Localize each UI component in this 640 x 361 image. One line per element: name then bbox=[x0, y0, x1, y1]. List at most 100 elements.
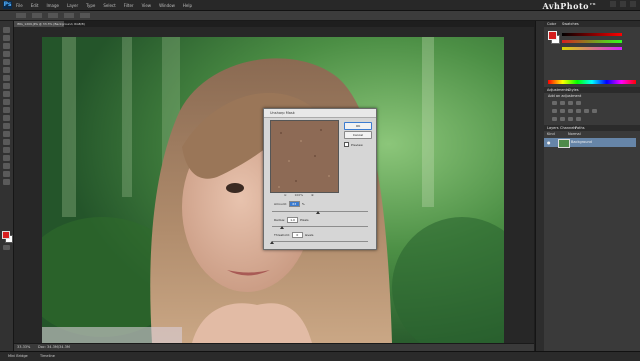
amount-slider-track[interactable] bbox=[272, 211, 368, 212]
minimize-icon[interactable] bbox=[610, 1, 616, 7]
dialog-titlebar[interactable]: Unsharp Mask bbox=[264, 109, 376, 118]
gradient-map-icon[interactable] bbox=[576, 117, 581, 121]
dodge-tool-icon[interactable] bbox=[3, 131, 10, 137]
foreground-color-swatch[interactable] bbox=[2, 231, 10, 239]
color-balance-icon[interactable] bbox=[568, 109, 573, 113]
radius-row: Radius: 1.0 Pixels bbox=[274, 217, 309, 223]
menu-window[interactable]: Window bbox=[159, 3, 175, 8]
zoom-in-icon[interactable]: ⊕ bbox=[311, 193, 314, 197]
hand-tool-icon[interactable] bbox=[3, 171, 10, 177]
preview-label: Preview bbox=[351, 142, 363, 147]
opacity-field[interactable] bbox=[64, 13, 74, 18]
blue-slider[interactable] bbox=[562, 47, 622, 50]
amount-slider-thumb[interactable] bbox=[316, 211, 320, 214]
eraser-tool-icon[interactable] bbox=[3, 107, 10, 113]
tab-layers[interactable]: Layers bbox=[547, 126, 559, 130]
tab-swatches[interactable]: Swatches bbox=[562, 22, 579, 26]
radius-input[interactable]: 1.0 bbox=[287, 217, 299, 223]
mode-dropdown[interactable] bbox=[48, 13, 58, 18]
exposure-icon[interactable] bbox=[576, 101, 581, 105]
amount-input[interactable]: 63 bbox=[288, 201, 300, 207]
quick-mask-icon[interactable] bbox=[3, 245, 10, 250]
maximize-icon[interactable] bbox=[620, 1, 626, 7]
gradient-tool-icon[interactable] bbox=[3, 115, 10, 121]
eye-icon[interactable]: ● bbox=[547, 140, 551, 145]
menu-image[interactable]: Image bbox=[46, 3, 59, 8]
radius-unit: Pixels bbox=[300, 218, 309, 222]
crop-tool-icon[interactable] bbox=[3, 59, 10, 65]
tab-channels[interactable]: Channels bbox=[560, 126, 576, 130]
hue-saturation-icon[interactable] bbox=[560, 109, 565, 113]
zoom-tool-icon[interactable] bbox=[3, 179, 10, 185]
cancel-button[interactable]: Cancel bbox=[344, 131, 372, 139]
menu-file[interactable]: File bbox=[16, 3, 23, 8]
tool-preset-icon[interactable] bbox=[16, 13, 26, 18]
curves-icon[interactable] bbox=[568, 101, 573, 105]
amount-unit: % bbox=[301, 202, 305, 206]
move-tool-icon[interactable] bbox=[3, 27, 10, 33]
red-slider[interactable] bbox=[562, 33, 622, 36]
invert-icon[interactable] bbox=[552, 117, 557, 121]
menu-help[interactable]: Help bbox=[183, 3, 192, 8]
marquee-tool-icon[interactable] bbox=[3, 35, 10, 41]
checkbox-icon[interactable] bbox=[344, 142, 349, 147]
panel-foreground-swatch[interactable] bbox=[548, 31, 557, 40]
menu-view[interactable]: View bbox=[142, 3, 152, 8]
shape-tool-icon[interactable] bbox=[3, 163, 10, 169]
layer-filter-kind[interactable]: Kind bbox=[547, 132, 555, 136]
preview-zoom-controls: ⊖ 100% ⊕ bbox=[284, 193, 314, 197]
type-tool-icon[interactable] bbox=[3, 147, 10, 153]
dialog-title: Unsharp Mask bbox=[270, 111, 295, 115]
watermark-logo: AvhPhotoru bbox=[542, 1, 596, 11]
unsharp-mask-dialog: Unsharp Mask ⊖ 100% ⊕ OK Cancel Preview … bbox=[263, 108, 377, 250]
menu-layer[interactable]: Layer bbox=[67, 3, 78, 8]
blend-mode-dropdown[interactable]: Normal bbox=[568, 132, 581, 136]
preview-checkbox[interactable]: Preview bbox=[344, 142, 363, 147]
tab-timeline[interactable]: Timeline bbox=[40, 354, 55, 358]
blur-tool-icon[interactable] bbox=[3, 123, 10, 129]
path-select-tool-icon[interactable] bbox=[3, 155, 10, 161]
threshold-slider-thumb[interactable] bbox=[270, 241, 274, 244]
menu-edit[interactable]: Edit bbox=[31, 3, 39, 8]
menu-filter[interactable]: Filter bbox=[124, 3, 134, 8]
history-brush-tool-icon[interactable] bbox=[3, 99, 10, 105]
green-slider[interactable] bbox=[562, 40, 622, 43]
flow-field[interactable] bbox=[80, 13, 90, 18]
threshold-label: Threshold: bbox=[274, 233, 290, 237]
threshold-slider-track[interactable] bbox=[272, 241, 368, 242]
threshold-unit: levels bbox=[304, 233, 314, 237]
radius-slider-thumb[interactable] bbox=[280, 226, 284, 229]
doc-size-readout: Doc: 34.3M/34.3M bbox=[38, 345, 70, 349]
posterize-icon[interactable] bbox=[560, 117, 565, 121]
threshold-icon[interactable] bbox=[568, 117, 573, 121]
brightness-icon[interactable] bbox=[552, 101, 557, 105]
photo-filter-icon[interactable] bbox=[584, 109, 589, 113]
tab-adjustments[interactable]: Adjustments bbox=[547, 88, 569, 92]
close-icon[interactable] bbox=[630, 1, 636, 7]
filter-preview[interactable] bbox=[270, 120, 339, 193]
vibrance-icon[interactable] bbox=[552, 109, 557, 113]
threshold-input[interactable]: 0 bbox=[291, 232, 303, 238]
tab-color[interactable]: Color bbox=[547, 22, 556, 26]
zoom-readout[interactable]: 33.33% bbox=[17, 345, 30, 349]
menu-type[interactable]: Type bbox=[86, 3, 95, 8]
menu-select[interactable]: Select bbox=[103, 3, 115, 8]
clone-stamp-tool-icon[interactable] bbox=[3, 91, 10, 97]
brush-tool-icon[interactable] bbox=[3, 83, 10, 89]
healing-brush-tool-icon[interactable] bbox=[3, 75, 10, 81]
radius-slider-track[interactable] bbox=[272, 226, 368, 227]
tab-styles[interactable]: Styles bbox=[568, 88, 579, 92]
quick-select-tool-icon[interactable] bbox=[3, 51, 10, 57]
pen-tool-icon[interactable] bbox=[3, 139, 10, 145]
brush-size-icon[interactable] bbox=[32, 13, 42, 18]
levels-icon[interactable] bbox=[560, 101, 565, 105]
lasso-tool-icon[interactable] bbox=[3, 43, 10, 49]
color-spectrum-bar[interactable] bbox=[548, 80, 636, 84]
channel-mixer-icon[interactable] bbox=[592, 109, 597, 113]
tab-mini-bridge[interactable]: Mini Bridge bbox=[8, 354, 28, 358]
tab-paths[interactable]: Paths bbox=[575, 126, 585, 130]
black-white-icon[interactable] bbox=[576, 109, 581, 113]
zoom-out-icon[interactable]: ⊖ bbox=[284, 193, 287, 197]
ok-button[interactable]: OK bbox=[344, 122, 372, 130]
eyedropper-tool-icon[interactable] bbox=[3, 67, 10, 73]
